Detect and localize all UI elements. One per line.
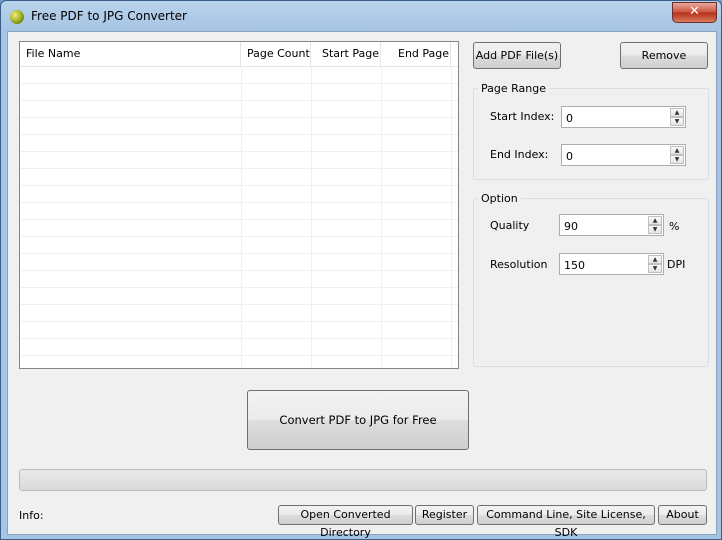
info-label: Info: <box>19 509 44 522</box>
end-index-input[interactable] <box>562 145 670 167</box>
column-file-name[interactable]: File Name <box>20 42 241 66</box>
main-window: Free PDF to JPG Converter ✕ File Name Pa… <box>0 0 722 540</box>
client-area: File Name Page Count Start Page End Page… <box>7 31 717 539</box>
table-row[interactable] <box>20 185 458 203</box>
start-index-input[interactable] <box>562 107 670 129</box>
convert-button[interactable]: Convert PDF to JPG for Free <box>247 390 469 450</box>
spin-down-icon[interactable]: ▼ <box>670 117 684 126</box>
open-converted-directory-button[interactable]: Open Converted Directory <box>278 505 413 539</box>
resolution-unit: DPI <box>667 258 686 271</box>
about-button[interactable]: About <box>658 505 707 525</box>
resolution-spinner: ▲ ▼ <box>559 253 664 276</box>
table-row[interactable] <box>20 321 458 339</box>
table-row[interactable] <box>20 168 458 186</box>
quality-input[interactable] <box>560 215 650 237</box>
table-row[interactable] <box>20 151 458 169</box>
table-row[interactable] <box>20 219 458 237</box>
file-list[interactable]: File Name Page Count Start Page End Page <box>19 41 459 369</box>
remove-button[interactable]: Remove <box>620 42 708 69</box>
resolution-input[interactable] <box>560 254 650 276</box>
spin-up-icon[interactable]: ▲ <box>670 146 684 155</box>
start-index-label: Start Index: <box>490 110 555 123</box>
page-range-group: Page Range Start Index: ▲ ▼ End Index: ▲… <box>473 82 709 180</box>
spin-down-icon[interactable]: ▼ <box>670 155 684 164</box>
spin-down-icon[interactable]: ▼ <box>648 264 662 273</box>
file-list-header: File Name Page Count Start Page End Page <box>20 42 458 67</box>
end-index-label: End Index: <box>490 148 549 161</box>
table-row[interactable] <box>20 270 458 288</box>
end-index-spinner: ▲ ▼ <box>561 144 686 167</box>
table-row[interactable] <box>20 83 458 101</box>
quality-spinner: ▲ ▼ <box>559 214 664 237</box>
add-pdf-files-button[interactable]: Add PDF File(s) <box>473 42 561 69</box>
table-row[interactable] <box>20 134 458 152</box>
app-icon <box>10 10 24 24</box>
quality-label: Quality <box>490 219 530 232</box>
table-row[interactable] <box>20 117 458 135</box>
spin-up-icon[interactable]: ▲ <box>670 108 684 117</box>
start-index-spinner: ▲ ▼ <box>561 106 686 129</box>
table-row[interactable] <box>20 304 458 322</box>
resolution-label: Resolution <box>490 258 548 271</box>
option-group: Option Quality ▲ ▼ % Resolution ▲ ▼ DPI <box>473 192 709 367</box>
command-line-site-license-sdk-button[interactable]: Command Line, Site License, SDK <box>477 505 655 539</box>
table-row[interactable] <box>20 355 458 368</box>
table-row[interactable] <box>20 100 458 118</box>
table-row[interactable] <box>20 253 458 271</box>
title-bar[interactable]: Free PDF to JPG Converter ✕ <box>1 1 721 33</box>
spin-up-icon[interactable]: ▲ <box>648 255 662 264</box>
column-start-page[interactable]: Start Page <box>311 42 381 66</box>
table-row[interactable] <box>20 66 458 84</box>
register-button[interactable]: Register <box>415 505 474 525</box>
window-title: Free PDF to JPG Converter <box>31 9 187 23</box>
close-button[interactable]: ✕ <box>672 2 717 23</box>
option-title: Option <box>478 192 521 205</box>
quality-unit: % <box>669 220 680 233</box>
table-row[interactable] <box>20 202 458 220</box>
table-row[interactable] <box>20 338 458 356</box>
spin-up-icon[interactable]: ▲ <box>648 216 662 225</box>
column-page-count[interactable]: Page Count <box>241 42 311 66</box>
page-range-title: Page Range <box>478 82 549 95</box>
spin-down-icon[interactable]: ▼ <box>648 225 662 234</box>
table-row[interactable] <box>20 236 458 254</box>
table-row[interactable] <box>20 287 458 305</box>
column-end-page[interactable]: End Page <box>381 42 451 66</box>
progress-bar <box>19 469 707 491</box>
